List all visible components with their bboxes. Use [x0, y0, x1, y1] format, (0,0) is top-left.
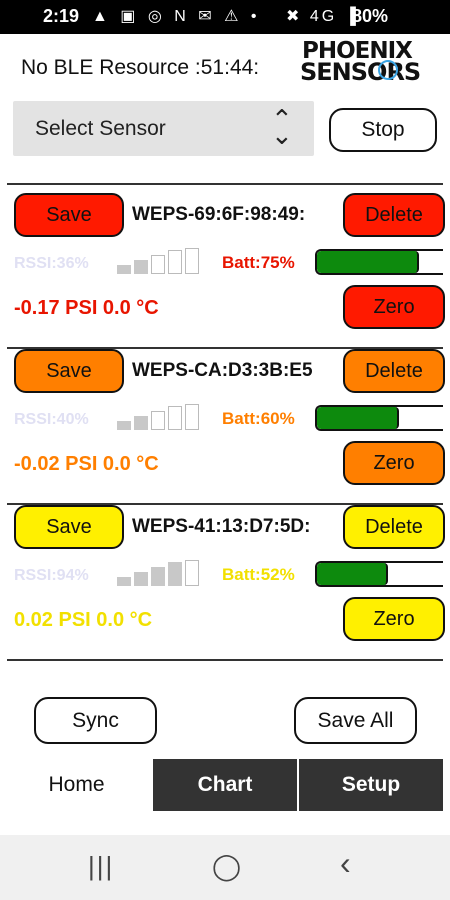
delete-button[interactable]: Delete — [343, 505, 445, 549]
signal-bar — [117, 577, 131, 586]
battery-label: Batt:52% — [222, 565, 295, 584]
sensor-reading: 0.02 PSI 0.0 °C — [14, 609, 153, 631]
signal-bar — [117, 265, 131, 274]
signal-bar — [168, 406, 182, 430]
delete-button[interactable]: Delete — [343, 349, 445, 393]
back-icon[interactable]: ‹ — [340, 845, 351, 882]
logo-line2: SENSORS — [300, 58, 421, 86]
battery-label: Batt:75% — [222, 253, 295, 272]
save-button[interactable]: Save — [14, 193, 124, 237]
signal-strength-icon — [117, 560, 205, 586]
sensor-divider — [7, 659, 443, 661]
tab-home[interactable]: Home — [0, 759, 153, 811]
save-button[interactable]: Save — [14, 505, 124, 549]
signal-bar — [151, 567, 165, 586]
sensor-reading: -0.17 PSI 0.0 °C — [14, 297, 159, 319]
delete-button[interactable]: Delete — [343, 193, 445, 237]
signal-bar — [134, 572, 148, 586]
battery-level-bar — [315, 561, 443, 587]
save-all-button[interactable]: Save All — [294, 697, 417, 744]
signal-icons: ✖ 4G ▐ — [286, 8, 359, 25]
notification-icons: ▲ ▣ ◎ N ✉ ⚠ • — [92, 8, 261, 25]
ble-status-text: No BLE Resource :51:44: — [21, 56, 260, 79]
system-nav-bar: ||| ◯ ‹ — [0, 835, 450, 900]
rssi-label: RSSI:94% — [14, 567, 89, 584]
signal-bar — [151, 411, 165, 430]
zero-button[interactable]: Zero — [343, 597, 445, 641]
signal-bar — [168, 562, 182, 586]
phoenix-sensors-logo: PHOENIX SENSORS — [300, 38, 440, 92]
save-button[interactable]: Save — [14, 349, 124, 393]
signal-bar — [134, 416, 148, 430]
battery-level-bar — [315, 249, 443, 275]
signal-bar — [168, 250, 182, 274]
app-header: No BLE Resource :51:44: PHOENIX SENSORS — [0, 34, 450, 96]
signal-bar — [134, 260, 148, 274]
select-sensor-label: Select Sensor — [35, 117, 166, 140]
home-circle-icon[interactable]: ◯ — [212, 851, 241, 882]
signal-bar — [151, 255, 165, 274]
sync-button[interactable]: Sync — [34, 697, 157, 744]
list-top-divider — [7, 183, 443, 185]
stop-button[interactable]: Stop — [329, 108, 437, 152]
logo-orb-icon — [378, 60, 398, 80]
battery-level-fill — [317, 251, 419, 273]
status-bar: 2:19 ▲ ▣ ◎ N ✉ ⚠ • ✖ 4G ▐ 80% — [0, 0, 450, 34]
sensor-name: WEPS-41:13:D7:5D: — [132, 516, 311, 537]
tab-chart[interactable]: Chart — [153, 759, 297, 811]
tab-setup[interactable]: Setup — [299, 759, 443, 811]
battery-level-fill — [317, 563, 388, 585]
status-time: 2:19 — [43, 6, 80, 26]
rssi-label: RSSI:36% — [14, 255, 89, 272]
rssi-label: RSSI:40% — [14, 411, 89, 428]
battery-level-fill — [317, 407, 399, 429]
signal-bar — [185, 404, 199, 430]
select-sensor-dropdown[interactable]: Select Sensor ⌃ ⌄ — [13, 101, 314, 156]
battery-percent: 80% — [352, 6, 389, 26]
signal-strength-icon — [117, 248, 205, 274]
signal-bar — [185, 248, 199, 274]
zero-button[interactable]: Zero — [343, 441, 445, 485]
zero-button[interactable]: Zero — [343, 285, 445, 329]
recents-icon[interactable]: ||| — [88, 851, 114, 882]
sensor-reading: -0.02 PSI 0.0 °C — [14, 453, 159, 475]
sensor-name: WEPS-69:6F:98:49: — [132, 204, 306, 225]
sensor-name: WEPS-CA:D3:3B:E5 — [132, 360, 313, 381]
signal-bar — [185, 560, 199, 586]
signal-strength-icon — [117, 404, 205, 430]
signal-bar — [117, 421, 131, 430]
battery-label: Batt:60% — [222, 409, 295, 428]
dropdown-chevron-icon: ⌃ ⌄ — [271, 104, 293, 150]
battery-level-bar — [315, 405, 443, 431]
